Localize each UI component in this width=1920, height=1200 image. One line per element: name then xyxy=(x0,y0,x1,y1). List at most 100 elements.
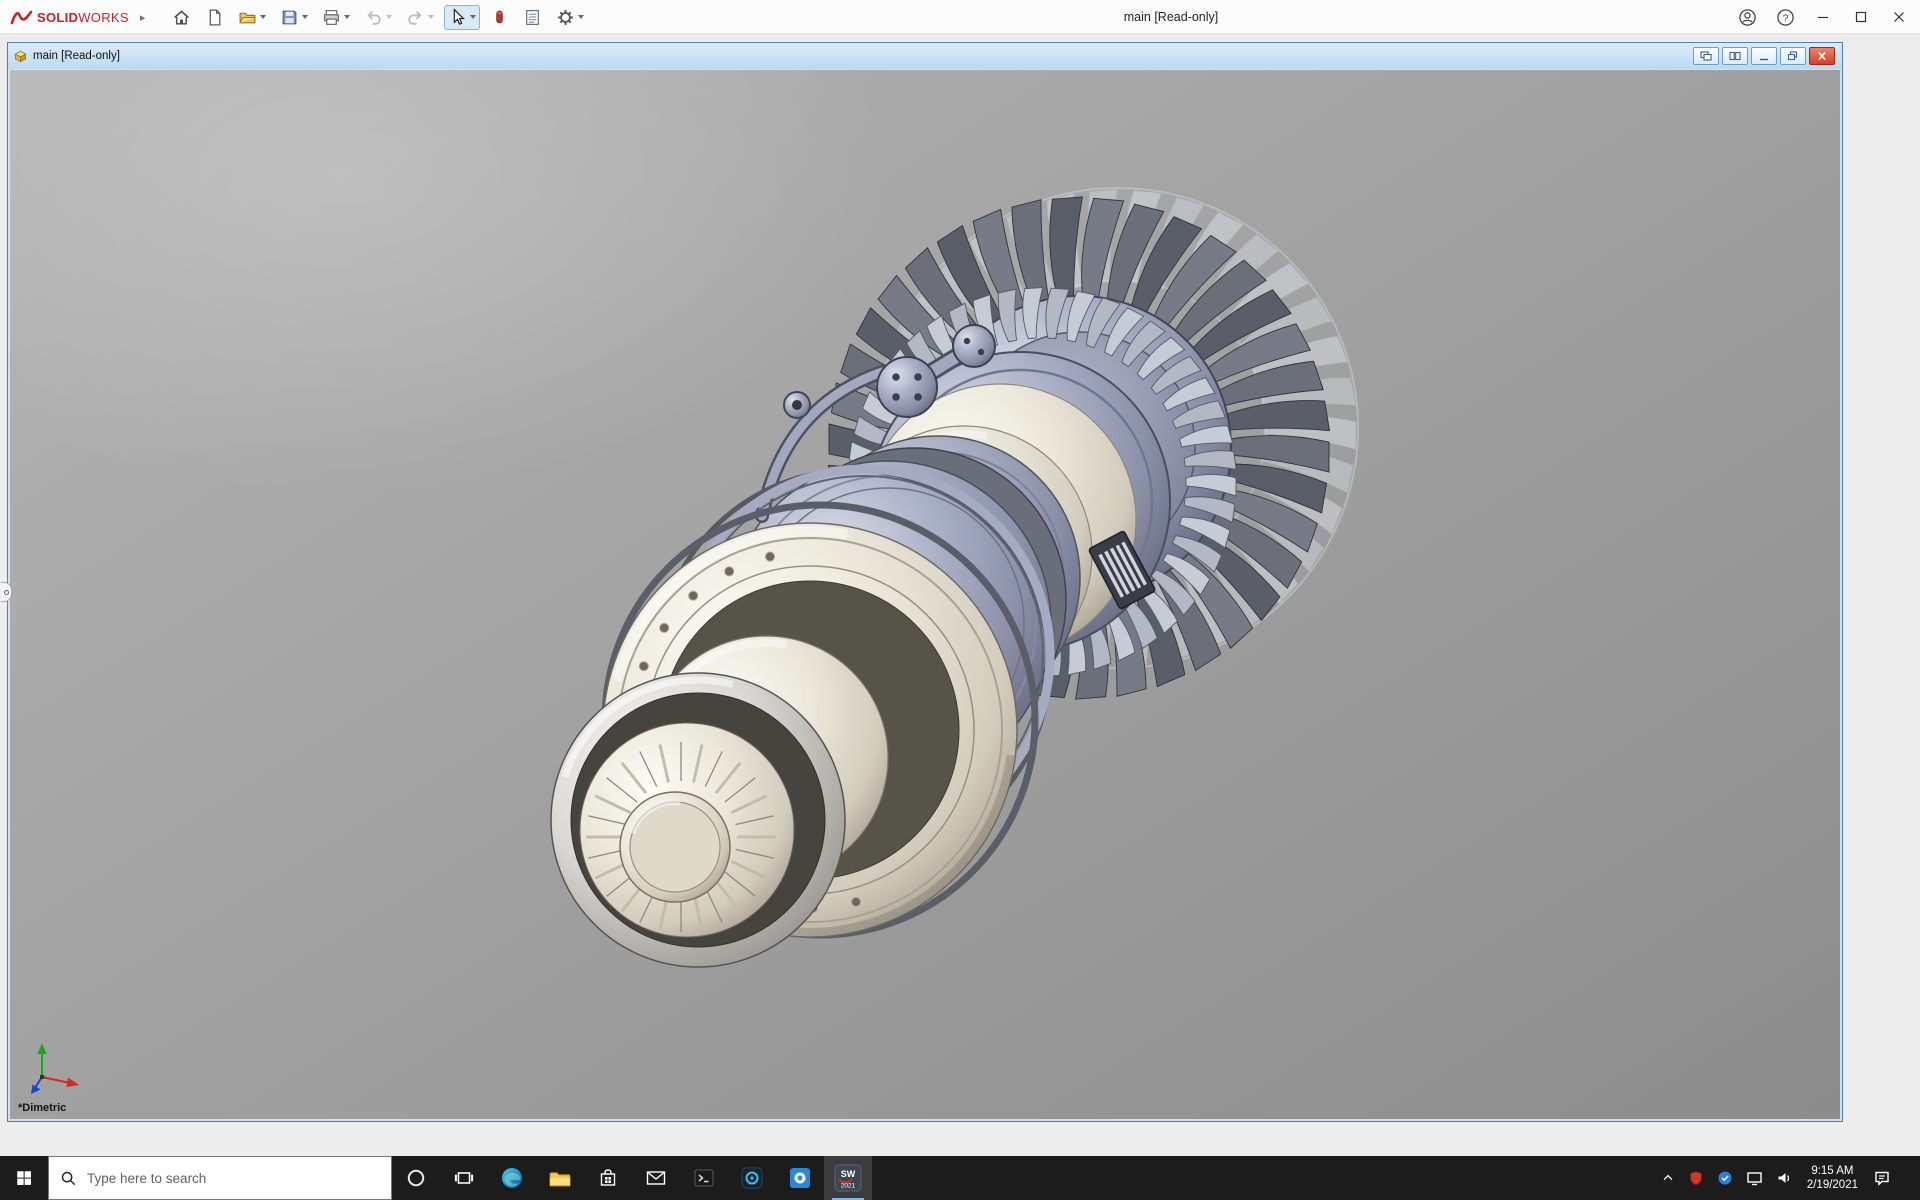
terminal-icon xyxy=(693,1167,715,1189)
options-dropdown-caret[interactable] xyxy=(578,15,584,19)
doc-minimize-button[interactable] xyxy=(1751,47,1777,65)
doc-restore-button[interactable] xyxy=(1780,47,1806,65)
clock[interactable]: 9:15 AM 2/19/2021 xyxy=(1805,1164,1860,1192)
document-window-controls xyxy=(1693,47,1837,65)
system-tray: 9:15 AM 2/19/2021 xyxy=(1651,1156,1920,1200)
tray-expand-chevron-icon[interactable] xyxy=(1661,1171,1675,1185)
window-controls: ? xyxy=(1728,0,1918,34)
document-window: main [Read-only] xyxy=(7,42,1843,1122)
terminal-button[interactable] xyxy=(680,1156,728,1200)
save-button[interactable] xyxy=(276,5,312,30)
close-icon xyxy=(1890,8,1908,26)
solidworks-logo: SOLIDWORKS ▸ xyxy=(10,0,145,34)
doc-restore-icon xyxy=(1786,50,1800,62)
display-icon[interactable] xyxy=(1746,1170,1763,1187)
print-dropdown-caret[interactable] xyxy=(344,15,350,19)
open-dropdown-caret[interactable] xyxy=(260,15,266,19)
solidworks-wordmark: SOLIDWORKS xyxy=(37,10,129,25)
tile-windows-icon xyxy=(1728,50,1742,62)
task-view-icon xyxy=(454,1168,474,1188)
doc-tile-button[interactable] xyxy=(1722,47,1748,65)
task-view-button[interactable] xyxy=(440,1156,488,1200)
svg-text:2021: 2021 xyxy=(841,1183,856,1190)
file-properties-button[interactable] xyxy=(519,5,546,30)
save-dropdown-caret[interactable] xyxy=(302,15,308,19)
restore-icon xyxy=(1852,8,1870,26)
windows-taskbar: SW 2021 9:15 AM 2/19/2021 xyxy=(0,1156,1920,1200)
new-document-button[interactable] xyxy=(201,5,228,30)
cortana-button[interactable] xyxy=(392,1156,440,1200)
solidworks-app-button[interactable]: SW 2021 xyxy=(824,1156,872,1200)
minimize-button[interactable] xyxy=(1804,0,1842,34)
home-button[interactable] xyxy=(168,5,195,30)
quick-toolbar xyxy=(168,0,588,34)
document-titlebar[interactable]: main [Read-only] xyxy=(8,43,1842,69)
account-icon xyxy=(1738,8,1757,27)
speaker-icon[interactable] xyxy=(1776,1170,1792,1186)
new-document-icon xyxy=(205,8,224,27)
graphics-viewport[interactable]: *Dimetric xyxy=(10,70,1840,1119)
document-lines-icon xyxy=(523,8,542,27)
solidworks-icon: SW 2021 xyxy=(834,1164,862,1192)
edge-icon xyxy=(500,1166,524,1190)
cortana-icon xyxy=(406,1168,426,1188)
solidworks-logo-mark xyxy=(10,8,34,26)
jet-engine-model xyxy=(10,70,1840,1119)
help-button[interactable]: ? xyxy=(1766,0,1804,34)
print-icon xyxy=(322,8,341,27)
save-icon xyxy=(280,8,299,27)
store-icon xyxy=(597,1167,619,1189)
photos-icon xyxy=(788,1166,812,1190)
search-icon xyxy=(60,1170,76,1186)
print-button[interactable] xyxy=(318,5,354,30)
toolbar-expand-chevron[interactable]: ▸ xyxy=(140,11,146,24)
window-title: main [Read-only] xyxy=(1060,0,1282,34)
windows-logo-icon xyxy=(15,1169,33,1187)
document-title: main [Read-only] xyxy=(33,50,120,62)
options-button[interactable] xyxy=(552,5,588,30)
view-orientation-label: *Dimetric xyxy=(18,1102,66,1114)
select-tool-button[interactable] xyxy=(444,5,480,30)
media-app-button[interactable] xyxy=(728,1156,776,1200)
mail-button[interactable] xyxy=(632,1156,680,1200)
help-icon: ? xyxy=(1776,8,1795,27)
doc-cascade-button[interactable] xyxy=(1693,47,1719,65)
svg-text:?: ? xyxy=(1782,12,1788,24)
photos-button[interactable] xyxy=(776,1156,824,1200)
open-folder-icon xyxy=(238,8,257,27)
red-capsule-icon xyxy=(490,8,509,27)
start-button[interactable] xyxy=(0,1156,48,1200)
redo-dropdown-caret[interactable] xyxy=(428,15,434,19)
open-button[interactable] xyxy=(234,5,270,30)
undo-dropdown-caret[interactable] xyxy=(386,15,392,19)
redo-icon xyxy=(406,8,425,27)
maximize-button[interactable] xyxy=(1842,0,1880,34)
taskbar-search[interactable] xyxy=(48,1156,392,1200)
edge-button[interactable] xyxy=(488,1156,536,1200)
taskbar-search-input[interactable] xyxy=(85,1170,380,1187)
red-indicator-button[interactable] xyxy=(486,5,513,30)
orientation-triad[interactable] xyxy=(26,1033,90,1097)
select-dropdown-caret[interactable] xyxy=(470,15,476,19)
media-app-icon xyxy=(740,1166,764,1190)
store-button[interactable] xyxy=(584,1156,632,1200)
doc-minimize-icon xyxy=(1757,50,1771,62)
svg-text:SW: SW xyxy=(841,1169,856,1179)
undo-button[interactable] xyxy=(360,5,396,30)
file-explorer-button[interactable] xyxy=(536,1156,584,1200)
close-button[interactable] xyxy=(1880,0,1918,34)
sync-status-icon[interactable] xyxy=(1717,1170,1733,1186)
redo-button[interactable] xyxy=(402,5,438,30)
home-icon xyxy=(172,8,191,27)
security-shield-icon[interactable] xyxy=(1688,1170,1704,1186)
gear-icon xyxy=(556,8,575,27)
clock-time: 9:15 AM xyxy=(1807,1164,1858,1178)
minimize-icon xyxy=(1814,8,1832,26)
mail-icon xyxy=(645,1167,667,1189)
action-center-icon[interactable] xyxy=(1873,1169,1891,1187)
file-explorer-icon xyxy=(548,1168,572,1189)
undo-icon xyxy=(364,8,383,27)
flyout-dot-icon xyxy=(4,590,9,595)
doc-close-button[interactable] xyxy=(1809,47,1835,65)
account-button[interactable] xyxy=(1728,0,1766,34)
